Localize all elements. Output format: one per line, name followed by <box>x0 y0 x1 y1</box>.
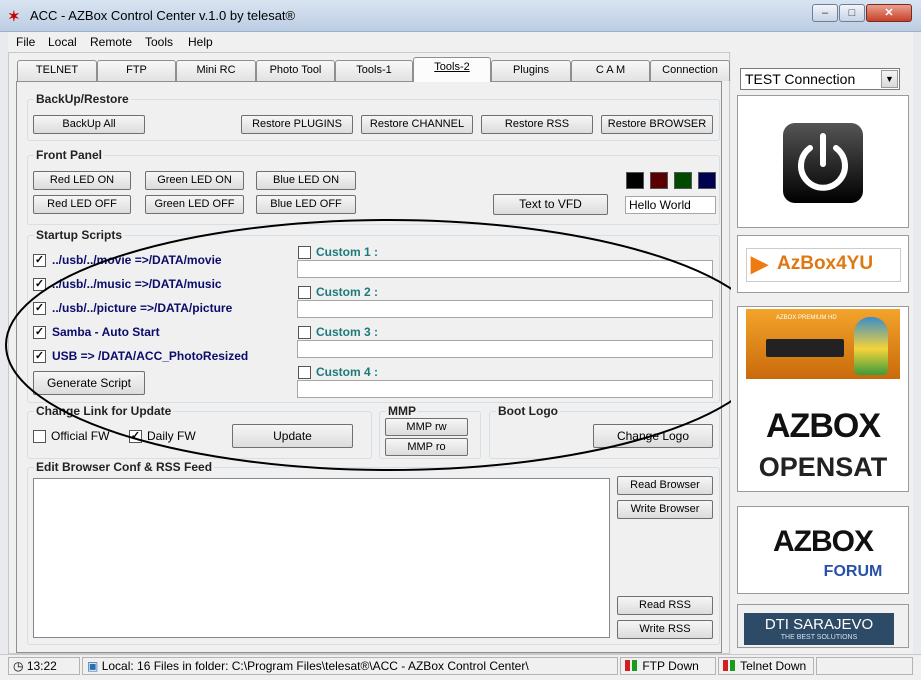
restore-channel-button[interactable]: Restore CHANNEL <box>361 115 473 134</box>
write-browser-button[interactable]: Write Browser <box>617 500 713 519</box>
chevron-down-icon[interactable]: ▼ <box>881 70 898 88</box>
color-swatch-dark-green[interactable] <box>674 172 692 189</box>
azbox-logo-icon: ✶ <box>8 8 20 24</box>
color-swatch-black[interactable] <box>626 172 644 189</box>
tab-tools-1[interactable]: Tools-1 <box>335 60 413 81</box>
tab-telnet[interactable]: TELNET <box>17 60 97 81</box>
telnet-status-icon-2 <box>730 660 735 671</box>
red-led-off-button[interactable]: Red LED OFF <box>33 195 131 214</box>
status-path: ▣ Local: 16 Files in folder: C:\Program … <box>82 657 618 675</box>
receiver-image <box>766 339 844 357</box>
close-button[interactable]: ✕ <box>866 4 912 22</box>
status-time-text: 13:22 <box>26 659 57 673</box>
tab-photo-tool[interactable]: Photo Tool <box>256 60 335 81</box>
azbox4yu-text: AzBox4YU <box>777 253 874 274</box>
azbox-opensat-banner[interactable]: AZBOX PREMIUM HD AZBOX OPENSAT <box>737 306 909 492</box>
text-to-vfd-button[interactable]: Text to VFD <box>493 194 608 215</box>
azbox-forum-logo-text: AZBOX <box>773 525 874 558</box>
menu-remote[interactable]: Remote <box>90 35 132 49</box>
status-telnet: Telnet Down <box>718 657 814 675</box>
computer-icon: ▣ <box>87 659 99 673</box>
menu-tools[interactable]: Tools <box>145 35 173 49</box>
read-rss-button[interactable]: Read RSS <box>617 596 713 615</box>
dti-sarajevo-banner[interactable]: DTI SARAJEVO THE BEST SOLUTIONS <box>737 604 909 648</box>
promo-small-text: AZBOX PREMIUM HD <box>776 315 837 321</box>
menu-file[interactable]: File <box>16 35 35 49</box>
blue-led-on-button[interactable]: Blue LED ON <box>256 171 356 190</box>
power-icon[interactable] <box>738 96 908 227</box>
front-panel-title: Front Panel <box>34 148 105 162</box>
tab-mini-rc[interactable]: Mini RC <box>176 60 256 81</box>
tab-plugins[interactable]: Plugins <box>491 60 571 81</box>
read-browser-button[interactable]: Read Browser <box>617 476 713 495</box>
maximize-button[interactable]: □ <box>839 4 865 22</box>
forum-text: FORUM <box>823 563 883 580</box>
status-time: ◷ 13:22 <box>8 657 80 675</box>
backup-restore-title: BackUp/Restore <box>34 92 131 106</box>
status-telnet-text: Telnet Down <box>740 659 807 673</box>
restore-rss-button[interactable]: Restore RSS <box>481 115 593 134</box>
window-title: ACC - AZBox Control Center v.1.0 by tele… <box>30 8 296 23</box>
parrot-image <box>854 317 888 375</box>
menu-local[interactable]: Local <box>48 35 77 49</box>
color-swatch-dark-red[interactable] <box>650 172 668 189</box>
restore-plugins-button[interactable]: Restore PLUGINS <box>241 115 353 134</box>
minimize-button[interactable]: – <box>812 4 838 22</box>
azbox-forum-banner[interactable]: AZBOX FORUM <box>737 506 909 594</box>
backup-all-button[interactable]: BackUp All <box>33 115 145 134</box>
dti-slogan-text: THE BEST SOLUTIONS <box>780 634 858 641</box>
status-path-text: Local: 16 Files in folder: C:\Program Fi… <box>101 659 529 673</box>
promo-image: AZBOX PREMIUM HD <box>746 309 900 379</box>
telnet-status-icon <box>723 660 728 671</box>
write-rss-button[interactable]: Write RSS <box>617 620 713 639</box>
clock-icon: ◷ <box>13 659 24 673</box>
menu-bar: File Local Remote Tools Help <box>8 32 913 52</box>
azbox4yu-banner[interactable]: ▶ AzBox4YU <box>737 235 909 293</box>
tab-tools-2[interactable]: Tools-2 <box>413 57 491 82</box>
tab-ftp[interactable]: FTP <box>97 60 176 81</box>
front-panel-group: Front Panel <box>27 148 720 225</box>
ftp-status-icon <box>625 660 630 671</box>
green-led-off-button[interactable]: Green LED OFF <box>145 195 244 214</box>
dti-sarajevo-text: DTI SARAJEVO <box>764 616 874 633</box>
annotation-ellipse <box>5 219 773 471</box>
status-empty <box>816 657 913 675</box>
red-led-on-button[interactable]: Red LED ON <box>33 171 131 190</box>
ftp-status-icon-2 <box>632 660 637 671</box>
arrow-icon: ▶ <box>751 251 768 276</box>
menu-help[interactable]: Help <box>188 35 213 49</box>
restore-browser-button[interactable]: Restore BROWSER <box>601 115 713 134</box>
power-panel <box>737 95 909 228</box>
blue-led-off-button[interactable]: Blue LED OFF <box>256 195 356 214</box>
azbox-logo-text: AZBOX <box>766 407 881 445</box>
status-ftp-text: FTP Down <box>642 659 699 673</box>
opensat-logo-text: OPENSAT <box>758 452 888 482</box>
browser-conf-textarea[interactable] <box>33 478 610 638</box>
tab-connection[interactable]: Connection <box>650 60 730 81</box>
color-swatch-dark-blue[interactable] <box>698 172 716 189</box>
status-ftp: FTP Down <box>620 657 716 675</box>
connection-select[interactable]: TEST Connection <box>740 68 900 90</box>
green-led-on-button[interactable]: Green LED ON <box>145 171 244 190</box>
tab-cam[interactable]: C A M <box>571 60 650 81</box>
vfd-text-input[interactable]: Hello World <box>625 196 716 214</box>
